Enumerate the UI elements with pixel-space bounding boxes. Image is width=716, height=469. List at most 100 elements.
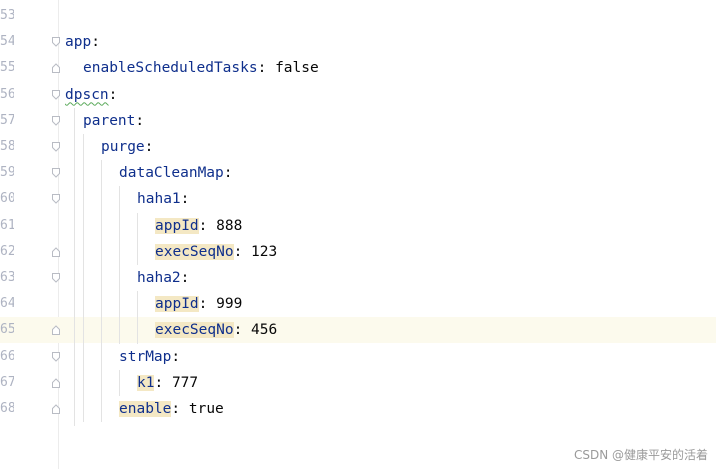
line-number: 57 [0, 112, 14, 128]
line-number: 65 [0, 322, 14, 338]
yaml-value: true [188, 401, 224, 417]
code-line[interactable]: 61 appId: 888 [0, 213, 716, 239]
yaml-key: k1 [137, 374, 155, 391]
yaml-key: enable [119, 401, 172, 417]
code-line[interactable]: 60 haha1: [0, 186, 716, 212]
yaml-entry: enableScheduledTasks: false [83, 55, 319, 81]
code-line[interactable]: 53 [0, 3, 716, 29]
yaml-separator: : [171, 348, 181, 365]
fold-open-icon[interactable] [50, 193, 62, 205]
code-line[interactable]: 68 enable: true [0, 396, 716, 422]
line-number: 56 [0, 86, 14, 102]
yaml-separator: : [233, 243, 252, 260]
yaml-entry: app: [65, 29, 100, 55]
fold-end-icon[interactable] [50, 403, 62, 415]
indent-guide [74, 107, 75, 427]
yaml-key: app [65, 34, 92, 51]
code-line[interactable]: 67 k1: 777 [0, 370, 716, 396]
yaml-key: dataCleanMap [119, 165, 224, 182]
fold-open-icon[interactable] [50, 167, 62, 179]
yaml-entry: execSeqNo: 123 [155, 239, 277, 265]
yaml-value: 888 [216, 217, 243, 234]
line-number: 61 [0, 217, 14, 233]
yaml-value: 999 [216, 296, 243, 313]
yaml-separator: : [198, 296, 217, 313]
yaml-separator: : [180, 191, 190, 208]
yaml-key: execSeqNo [155, 322, 234, 339]
yaml-separator: : [171, 401, 189, 417]
yaml-separator: : [135, 112, 145, 129]
yaml-value: 456 [251, 322, 278, 339]
fold-end-icon[interactable] [50, 246, 62, 258]
indent-guide [119, 369, 120, 396]
watermark: CSDN @健康平安的活着 [573, 448, 708, 462]
code-line[interactable]: 64 appId: 999 [0, 291, 716, 317]
yaml-separator: : [257, 60, 276, 77]
line-number: 58 [0, 139, 14, 154]
yaml-key: haha2 [137, 270, 181, 286]
fold-end-icon[interactable] [50, 377, 62, 389]
code-line[interactable]: 58 purge: [0, 134, 716, 160]
indent-guide [137, 291, 138, 344]
yaml-entry: k1: 777 [137, 370, 198, 396]
code-line[interactable]: 57 parent: [0, 108, 716, 134]
code-line[interactable]: 62 execSeqNo: 123 [0, 239, 716, 265]
line-number: 59 [0, 165, 14, 181]
line-number: 64 [0, 296, 14, 312]
indent-guide [119, 186, 120, 344]
yaml-separator: : [198, 217, 217, 234]
code-line[interactable]: 55 enableScheduledTasks: false [0, 55, 716, 81]
yaml-separator: : [223, 165, 233, 182]
code-line[interactable]: 54 app: [0, 29, 716, 55]
yaml-entry: enable: true [119, 396, 224, 422]
yaml-separator: : [154, 374, 172, 391]
code-line[interactable]: 63 haha2: [0, 265, 716, 291]
line-number: 68 [0, 401, 14, 416]
yaml-entry: purge: [101, 134, 153, 160]
indent-guide [137, 212, 138, 265]
fold-open-icon[interactable] [50, 115, 62, 127]
fold-end-icon[interactable] [50, 62, 62, 74]
yaml-entry: haha2: [137, 265, 189, 291]
yaml-entry: haha1: [137, 186, 189, 212]
yaml-entry: appId: 999 [155, 291, 242, 317]
code-line[interactable]: 66 strMap: [0, 344, 716, 370]
line-number: 54 [0, 34, 14, 50]
yaml-key: enableScheduledTasks [83, 60, 258, 77]
code-line[interactable]: 59 dataCleanMap: [0, 160, 716, 186]
yaml-value: 777 [171, 374, 199, 391]
fold-open-icon[interactable] [50, 351, 62, 363]
line-number: 60 [0, 191, 14, 207]
code-line[interactable]: 56 dpscn: [0, 82, 716, 108]
yaml-value: false [275, 60, 319, 77]
yaml-value: 123 [251, 243, 278, 260]
yaml-entry: dataCleanMap: [119, 160, 233, 186]
yaml-entry: parent: [83, 108, 144, 134]
line-number: 67 [0, 374, 14, 390]
yaml-key: parent [83, 112, 136, 129]
line-number: 55 [0, 60, 14, 76]
fold-open-icon[interactable] [50, 272, 62, 284]
yaml-key: dpscn [65, 86, 109, 103]
fold-end-icon[interactable] [50, 324, 62, 336]
fold-open-icon[interactable] [50, 89, 62, 101]
yaml-key: appId [155, 296, 199, 313]
line-number: 53 [0, 8, 14, 23]
yaml-key: haha1 [137, 191, 181, 208]
line-number: 66 [0, 348, 14, 364]
line-number: 63 [0, 270, 14, 285]
yaml-entry: appId: 888 [155, 213, 242, 239]
code-line[interactable]: 65 execSeqNo: 456 [0, 317, 716, 344]
yaml-separator: : [91, 34, 100, 51]
indent-guide [101, 160, 102, 423]
fold-open-icon[interactable] [50, 36, 62, 48]
yaml-key: purge [101, 139, 145, 155]
yaml-entry: dpscn: [65, 82, 117, 108]
yaml-separator: : [180, 270, 190, 286]
yaml-key: execSeqNo [155, 243, 234, 260]
indent-guide [83, 134, 84, 423]
line-number: 62 [0, 243, 14, 259]
fold-open-icon[interactable] [50, 141, 62, 153]
yaml-entry: strMap: [119, 344, 180, 370]
yaml-key: strMap [119, 348, 172, 365]
